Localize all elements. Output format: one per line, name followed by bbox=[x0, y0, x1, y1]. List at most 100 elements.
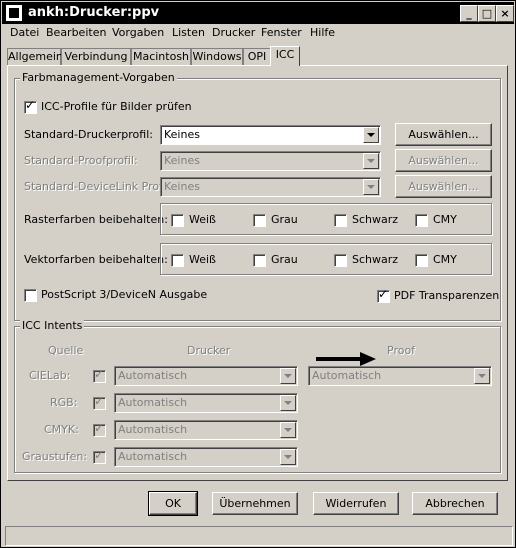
proof-profile-label: Standard-Proofprofil: bbox=[24, 154, 138, 167]
tab-strip: Allgemein Verbindung Macintosh Windows O… bbox=[7, 46, 507, 66]
pdf-transparency-label: PDF Transparenzen bbox=[394, 289, 500, 302]
drucker-profile-dropdown[interactable]: Keines bbox=[160, 125, 381, 145]
menu-drucker[interactable]: Drucker bbox=[212, 26, 255, 39]
intent-cielab-checkbox[interactable]: ✓ bbox=[93, 367, 106, 383]
postscript-checkbox[interactable] bbox=[24, 289, 37, 302]
icc-intents-group: ICC Intents Quelle Drucker Proof CIELab:… bbox=[14, 319, 501, 473]
intent-cielab-printer-dropdown[interactable]: Automatisch bbox=[114, 366, 298, 386]
intent-graustufen-checkbox[interactable]: ✓ bbox=[93, 448, 106, 464]
chevron-down-icon[interactable] bbox=[280, 449, 296, 465]
tab-windows[interactable]: Windows bbox=[191, 48, 243, 66]
app-icon bbox=[6, 5, 22, 21]
select-proof-button[interactable]: Auswählen... bbox=[395, 149, 492, 172]
cancel-button[interactable]: Abbrechen bbox=[412, 492, 498, 515]
status-bar bbox=[5, 526, 513, 546]
devicelink-profile-value: Keines bbox=[164, 180, 200, 193]
postscript-label: PostScript 3/DeviceN Ausgabe bbox=[41, 288, 208, 301]
intent-label-cmyk: CMYK: bbox=[44, 423, 79, 436]
close-button[interactable]: × bbox=[496, 5, 514, 22]
vektor-schwarz-label: Schwarz bbox=[352, 253, 399, 266]
minimize-button[interactable]: _ bbox=[460, 5, 478, 22]
check-icon: ✓ bbox=[94, 448, 105, 462]
intent-rgb-printer-value: Automatisch bbox=[118, 396, 188, 409]
col-proof-header: Proof bbox=[387, 344, 416, 357]
tab-icc[interactable]: ICC bbox=[270, 46, 300, 66]
raster-label: Rasterfarben beibehalten: bbox=[24, 213, 168, 226]
raster-options-box: Weiß Grau Schwarz CMY bbox=[160, 203, 492, 235]
intent-label-graustufen: Graustufen: bbox=[22, 450, 88, 463]
intent-label-rgb: RGB: bbox=[50, 396, 78, 409]
chevron-down-icon[interactable] bbox=[474, 368, 490, 384]
vektor-grau-label: Grau bbox=[271, 253, 298, 266]
menu-listen[interactable]: Listen bbox=[172, 26, 205, 39]
drucker-profile-label: Standard-Druckerprofil: bbox=[24, 128, 153, 141]
raster-cmy-checkbox[interactable] bbox=[415, 214, 428, 227]
title-bar[interactable]: ankh:Drucker:ppv _ □ × bbox=[2, 2, 514, 24]
vektor-cmy-checkbox[interactable] bbox=[415, 254, 428, 267]
intent-graustufen-printer-value: Automatisch bbox=[118, 450, 188, 463]
chevron-down-icon[interactable] bbox=[280, 368, 296, 384]
chevron-down-icon[interactable] bbox=[363, 179, 379, 195]
chevron-down-icon[interactable] bbox=[363, 127, 379, 143]
group-title-farbmanagement: Farbmanagement-Vorgaben bbox=[20, 71, 177, 84]
pdf-transparency-checkbox[interactable]: ✓ bbox=[377, 288, 390, 303]
chevron-down-icon[interactable] bbox=[280, 422, 296, 438]
raster-cmy-label: CMY bbox=[433, 213, 457, 226]
intent-cmyk-printer-value: Automatisch bbox=[118, 423, 188, 436]
intent-cielab-proof-dropdown[interactable]: Automatisch bbox=[308, 366, 492, 386]
icc-profile-checkbox[interactable]: ✓ bbox=[24, 98, 37, 114]
vektor-options-box: Weiß Grau Schwarz CMY bbox=[160, 243, 492, 275]
intent-cmyk-checkbox[interactable]: ✓ bbox=[93, 422, 106, 437]
drucker-profile-value: Keines bbox=[164, 128, 200, 141]
intent-graustufen-printer-dropdown[interactable]: Automatisch bbox=[114, 447, 298, 467]
intent-rgb-printer-dropdown[interactable]: Automatisch bbox=[114, 393, 298, 413]
raster-schwarz-checkbox[interactable] bbox=[334, 214, 347, 227]
intent-label-cielab: CIELab: bbox=[29, 369, 71, 382]
intent-cmyk-printer-dropdown[interactable]: Automatisch bbox=[114, 420, 298, 440]
tab-allgemein[interactable]: Allgemein bbox=[7, 48, 63, 66]
raster-weiss-checkbox[interactable] bbox=[171, 214, 184, 227]
check-icon: ✓ bbox=[94, 394, 105, 408]
col-printer-header: Drucker bbox=[187, 344, 231, 357]
chevron-down-icon[interactable] bbox=[363, 153, 379, 169]
vektor-weiss-checkbox[interactable] bbox=[171, 254, 184, 267]
raster-weiss-label: Weiß bbox=[189, 213, 216, 226]
menu-bearbeiten[interactable]: Bearbeiten bbox=[46, 26, 106, 39]
col-source-header: Quelle bbox=[48, 344, 84, 357]
intent-rgb-checkbox[interactable]: ✓ bbox=[93, 394, 106, 410]
raster-grau-label: Grau bbox=[271, 213, 298, 226]
apply-button[interactable]: Übernehmen bbox=[212, 492, 298, 515]
vektor-label: Vektorfarben beibehalten: bbox=[24, 253, 168, 266]
vektor-schwarz-checkbox[interactable] bbox=[334, 254, 347, 267]
intent-cielab-printer-value: Automatisch bbox=[118, 369, 188, 382]
tab-macintosh[interactable]: Macintosh bbox=[131, 48, 191, 66]
ok-button[interactable]: OK bbox=[148, 491, 198, 516]
raster-schwarz-label: Schwarz bbox=[352, 213, 399, 226]
select-devicelink-button[interactable]: Auswählen... bbox=[395, 175, 492, 198]
maximize-button[interactable]: □ bbox=[478, 5, 496, 22]
menu-vorgaben[interactable]: Vorgaben bbox=[112, 26, 164, 39]
tab-page-icc: Farbmanagement-Vorgaben ✓ ICC-Profile fü… bbox=[7, 65, 508, 481]
farbmanagement-group: Farbmanagement-Vorgaben ✓ ICC-Profile fü… bbox=[14, 71, 501, 321]
icc-profile-label: ICC-Profile für Bilder prüfen bbox=[41, 100, 192, 113]
dialog-window: ankh:Drucker:ppv _ □ × Datei Bearbeiten … bbox=[0, 0, 516, 548]
check-icon: ✓ bbox=[25, 98, 36, 112]
menu-hilfe[interactable]: Hilfe bbox=[310, 26, 335, 39]
vektor-weiss-label: Weiß bbox=[189, 253, 216, 266]
tab-opi[interactable]: OPI bbox=[243, 48, 271, 66]
proof-profile-dropdown[interactable]: Keines bbox=[160, 151, 381, 171]
group-title-intents: ICC Intents bbox=[20, 319, 85, 332]
menu-datei[interactable]: Datei bbox=[10, 26, 39, 39]
vektor-grau-checkbox[interactable] bbox=[253, 254, 266, 267]
proof-profile-value: Keines bbox=[164, 154, 200, 167]
chevron-down-icon[interactable] bbox=[280, 395, 296, 411]
select-drucker-button[interactable]: Auswählen... bbox=[395, 123, 492, 146]
tab-verbindung[interactable]: Verbindung bbox=[61, 48, 131, 66]
devicelink-profile-dropdown[interactable]: Keines bbox=[160, 177, 381, 197]
check-icon: ✓ bbox=[94, 367, 105, 381]
menu-fenster[interactable]: Fenster bbox=[261, 26, 302, 39]
revert-button[interactable]: Widerrufen bbox=[313, 492, 399, 515]
devicelink-profile-label: Standard-DeviceLink Profil: bbox=[24, 180, 173, 193]
raster-grau-checkbox[interactable] bbox=[253, 214, 266, 227]
vektor-cmy-label: CMY bbox=[433, 253, 457, 266]
